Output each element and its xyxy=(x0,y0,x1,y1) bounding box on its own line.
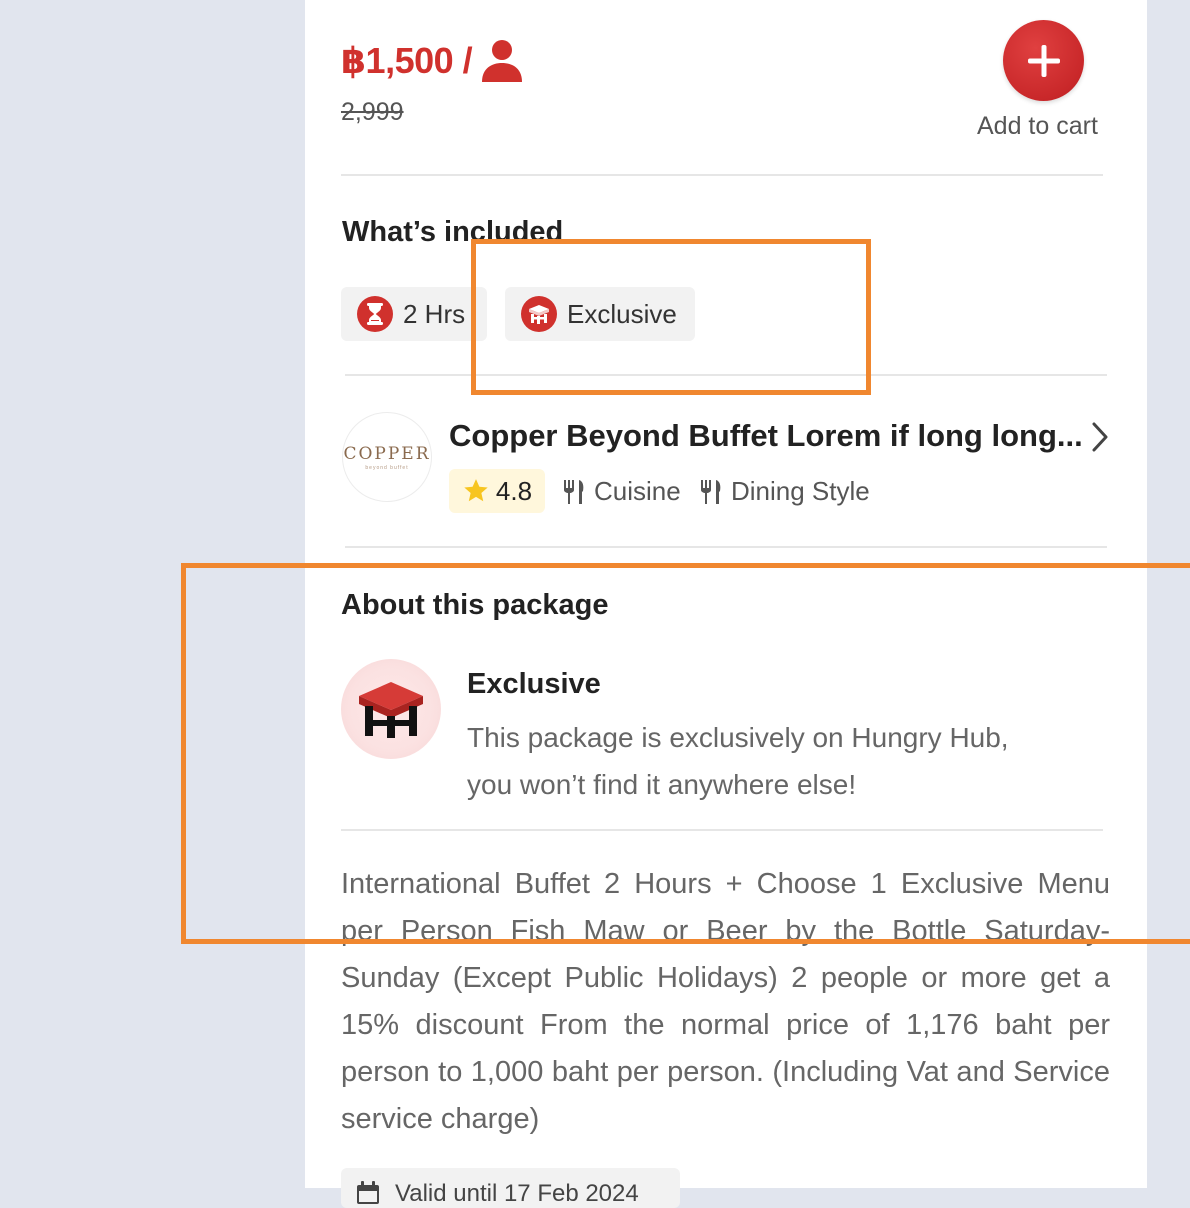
cuisine-label: Cuisine xyxy=(594,476,681,506)
cuisine-tag: Cuisine xyxy=(562,476,681,507)
chevron-right-icon[interactable] xyxy=(1087,420,1113,454)
divider xyxy=(341,174,1103,176)
rating-value: 4.8 xyxy=(495,475,533,506)
logo-subtext: beyond buffet xyxy=(365,464,409,471)
utensils-icon xyxy=(701,479,721,504)
original-price: 2,999 xyxy=(341,98,404,126)
highlight-box-about-package xyxy=(181,563,1190,944)
calendar-icon xyxy=(357,1181,379,1204)
dining-style-label: Dining Style xyxy=(731,476,870,506)
restaurant-name[interactable]: Copper Beyond Buffet Lorem if long long.… xyxy=(449,418,1083,454)
utensils-icon xyxy=(564,479,584,504)
rating-badge: 4.8 xyxy=(449,469,545,513)
add-to-cart-button[interactable] xyxy=(1003,20,1084,101)
price: ฿1,500 / xyxy=(341,38,524,84)
restaurant-logo[interactable]: COPPER beyond buffet xyxy=(342,412,432,502)
validity-chip: Valid until 17 Feb 2024 xyxy=(341,1168,680,1208)
add-to-cart-label[interactable]: Add to cart xyxy=(977,112,1098,141)
dining-style-tag: Dining Style xyxy=(699,476,870,507)
valid-until-text: Valid until 17 Feb 2024 xyxy=(395,1180,639,1207)
current-price: ฿1,500 / xyxy=(341,40,473,81)
plus-icon xyxy=(1027,44,1060,77)
duration-chip: 2 Hrs xyxy=(341,287,487,341)
divider xyxy=(345,546,1107,548)
person-icon xyxy=(482,40,523,82)
star-icon xyxy=(464,479,488,502)
hourglass-icon xyxy=(357,296,393,332)
chip-label: 2 Hrs xyxy=(403,298,466,329)
logo-text: COPPER xyxy=(343,443,431,464)
highlight-box-exclusive-chip xyxy=(471,239,871,395)
